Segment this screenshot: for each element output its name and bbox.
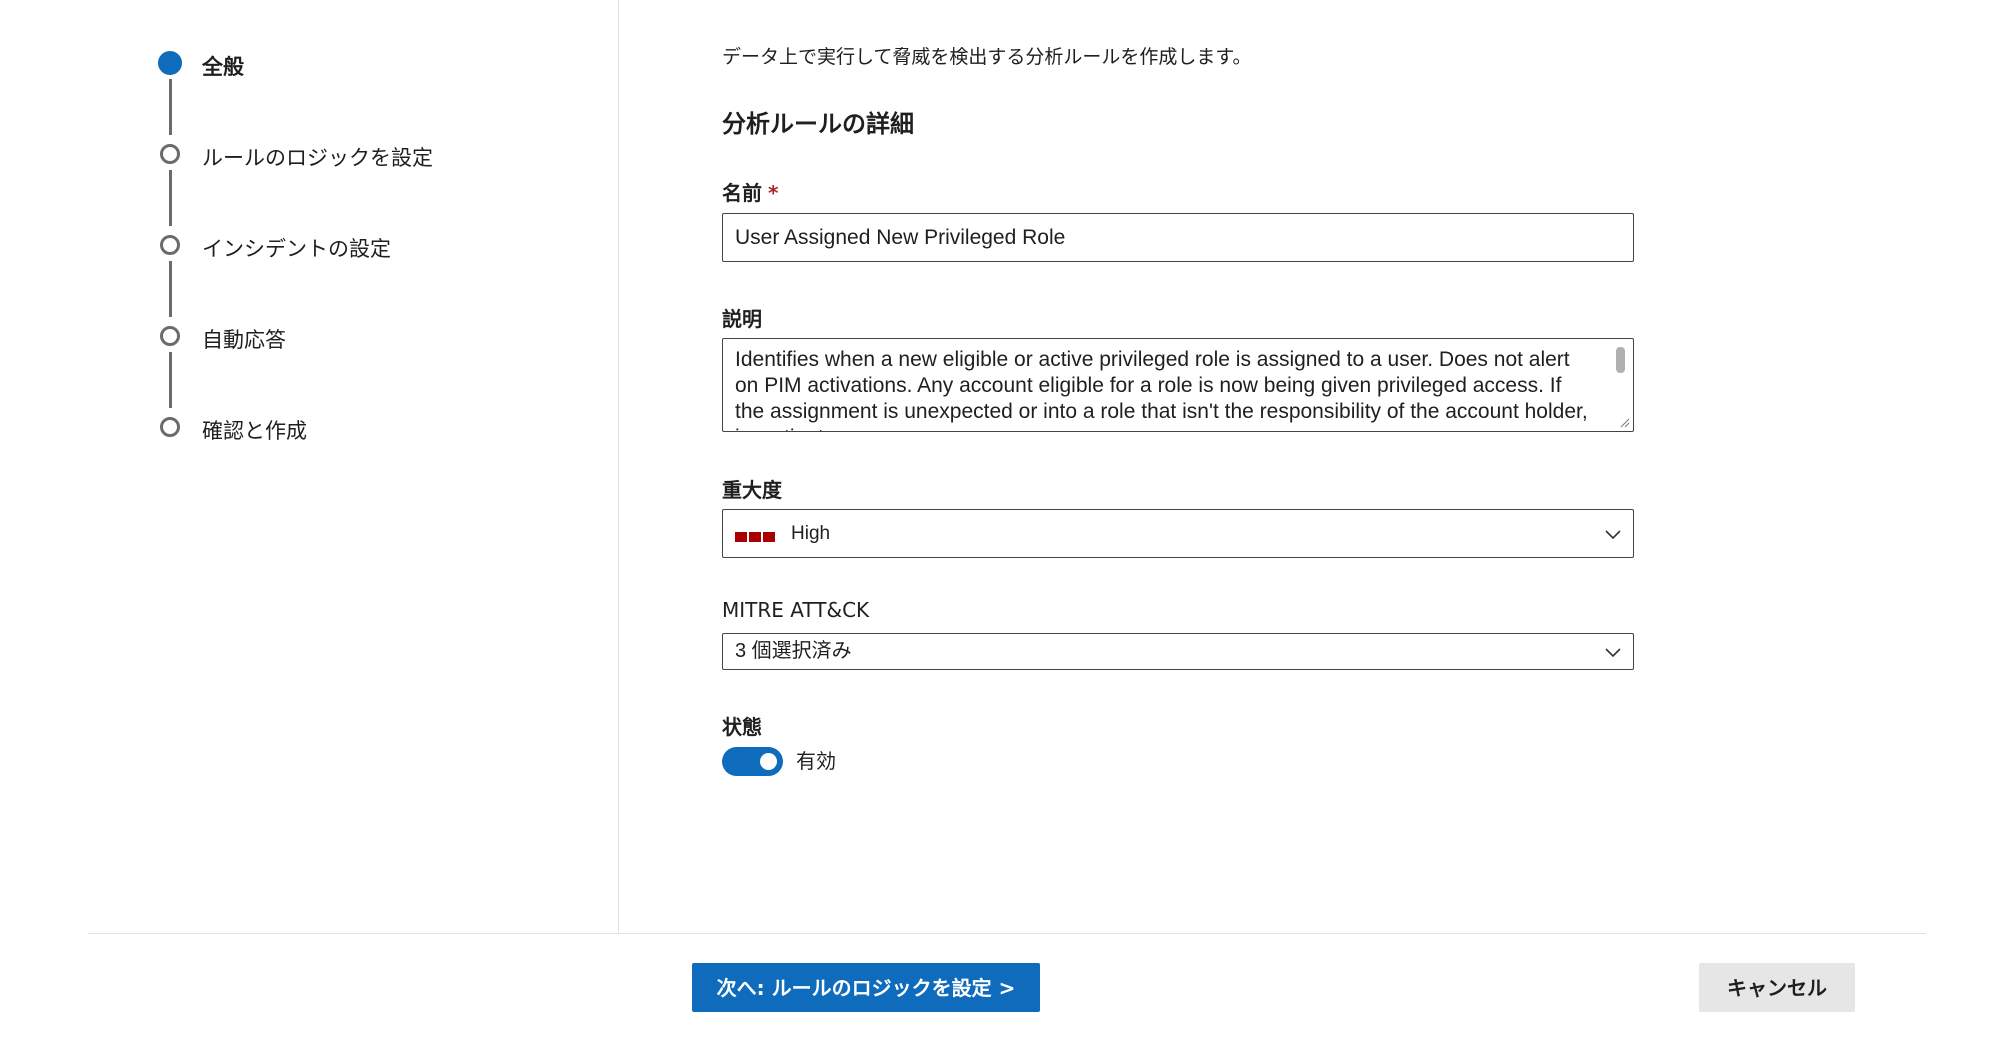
severity-square — [735, 532, 747, 542]
mitre-dropdown[interactable]: 3 個選択済み — [722, 633, 1634, 670]
step-connector — [169, 352, 172, 408]
name-label-text: 名前 — [722, 181, 762, 205]
step-current-indicator — [158, 51, 182, 75]
section-title: 分析ルールの詳細 — [722, 110, 914, 138]
scrollbar-thumb[interactable] — [1616, 347, 1625, 373]
description-text: Identifies when a new eligible or active… — [735, 348, 1588, 431]
severity-dropdown[interactable]: High — [722, 509, 1634, 558]
step-indicator — [160, 417, 180, 437]
description-label: 説明 — [722, 307, 762, 331]
mitre-value: 3 個選択済み — [735, 640, 852, 662]
status-label: 状態 — [722, 715, 762, 739]
step-indicator — [160, 235, 180, 255]
step-label: 確認と作成 — [202, 419, 307, 443]
severity-square — [749, 532, 761, 542]
footer-divider — [88, 933, 1926, 934]
step-connector — [169, 170, 172, 226]
chevron-down-icon — [1605, 530, 1621, 540]
required-mark: * — [768, 181, 779, 205]
step-indicator — [160, 144, 180, 164]
name-input[interactable]: User Assigned New Privileged Role — [722, 213, 1634, 262]
step-connector — [169, 261, 172, 317]
next-button[interactable]: 次へ: ルールのロジックを設定 > — [692, 963, 1040, 1012]
severity-label: 重大度 — [722, 478, 782, 502]
status-toggle[interactable] — [722, 747, 783, 776]
cancel-button[interactable]: キャンセル — [1699, 963, 1855, 1012]
step-indicator — [160, 326, 180, 346]
name-label: 名前 * — [722, 177, 778, 206]
step-connector — [169, 79, 172, 135]
severity-value: High — [791, 523, 831, 544]
severity-high-icon — [735, 529, 777, 547]
vertical-divider — [618, 0, 619, 933]
resize-grip-icon[interactable] — [1618, 416, 1630, 428]
step-label: ルールのロジックを設定 — [202, 146, 433, 170]
status-toggle-label: 有効 — [796, 749, 836, 773]
step-label: 自動応答 — [202, 328, 286, 352]
severity-square — [763, 532, 775, 542]
step-label: 全般 — [202, 55, 244, 79]
mitre-label: MITRE ATT&CK — [722, 598, 870, 622]
step-label: インシデントの設定 — [202, 237, 391, 261]
intro-text: データ上で実行して脅威を検出する分析ルールを作成します。 — [722, 46, 1252, 68]
toggle-knob — [760, 753, 777, 770]
chevron-down-icon — [1605, 648, 1621, 658]
description-textarea[interactable]: Identifies when a new eligible or active… — [722, 338, 1634, 432]
